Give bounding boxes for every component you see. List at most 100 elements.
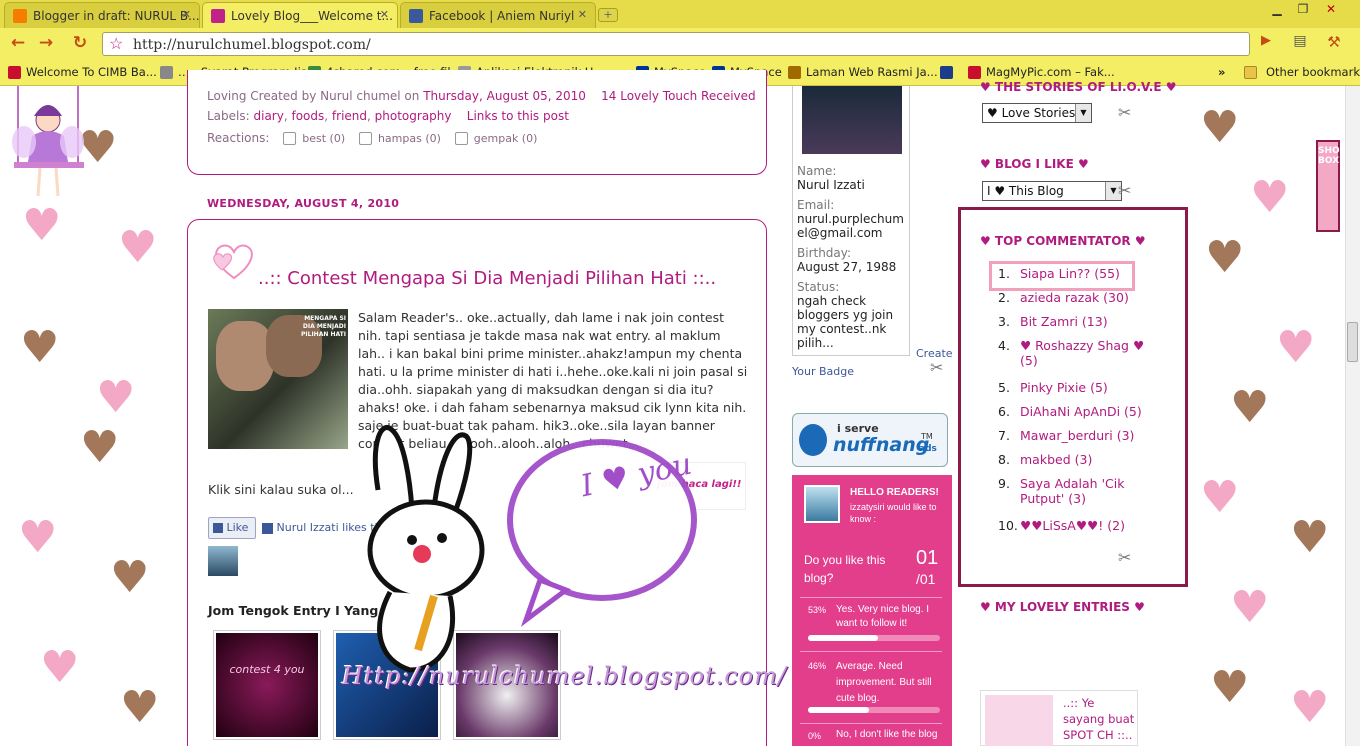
- bookmark-item[interactable]: Laman Web Rasmi Ja...: [788, 65, 938, 79]
- label-link[interactable]: diary: [254, 109, 284, 123]
- your-badge-link[interactable]: Your Badge: [792, 365, 854, 378]
- other-bookmarks[interactable]: Other bookmarks: [1244, 65, 1360, 79]
- poll-option[interactable]: No, I don't like the blog: [836, 729, 944, 740]
- url-text: http://nurulchumel.blogspot.com/: [133, 37, 371, 53]
- new-tab-button[interactable]: +: [598, 8, 618, 22]
- bookmarks-overflow[interactable]: »: [1218, 65, 1225, 79]
- links-to-post[interactable]: Links to this post: [467, 109, 569, 123]
- entry-preview[interactable]: ..:: Ye sayang buat SPOT CH ::..: [980, 690, 1138, 746]
- fairy-swing-icon: [12, 86, 84, 197]
- crest-icon: [788, 66, 801, 79]
- blog-i-like-title: ♥ BLOG I LIKE ♥: [980, 157, 1089, 171]
- post-date-link[interactable]: Thursday, August 05, 2010: [423, 89, 586, 103]
- top-commentator-list: 1. Siapa Lin?? (55) 2. azieda razak (30) 3…: [998, 266, 1158, 542]
- minimize-icon[interactable]: ▁: [1266, 2, 1288, 18]
- scrollbar[interactable]: [1345, 86, 1360, 746]
- nuffnang-logo-icon: [799, 424, 827, 456]
- wrench-menu-icon[interactable]: ⚒: [1322, 33, 1346, 55]
- lovely-entries-title: ♥ MY LOVELY ENTRIES ♥: [980, 600, 1145, 614]
- label-link[interactable]: photography: [375, 109, 452, 123]
- reaction-checkbox[interactable]: [283, 132, 297, 145]
- tab-blogger[interactable]: Blogger in draft: NURUL B... ✕: [4, 2, 200, 28]
- bookmark-item[interactable]: MagMyPic.com – Fak...: [968, 65, 1115, 79]
- poll-option[interactable]: Average. Need improvement. But still cut…: [836, 659, 944, 707]
- facebook-like-button[interactable]: Like: [208, 517, 256, 539]
- tab-label: Blogger in draft: NURUL B...: [33, 9, 200, 23]
- page-icon: [160, 66, 173, 79]
- poll-option[interactable]: Yes. Very nice blog. I want to follow it…: [836, 603, 944, 631]
- poll-question: Do you like this blog?: [804, 553, 886, 585]
- nuffnang-ad[interactable]: i serve nuffnang TM ads: [792, 413, 948, 467]
- post-labels: Labels: diary, foods, friend, photograph…: [207, 109, 569, 123]
- reactions: Reactions: best (0) hampas (0) gempak (0…: [207, 131, 538, 145]
- facebook-icon: [409, 9, 423, 23]
- post-photo[interactable]: MENGAPA SI DIA MENJADI PILIHAN HATI: [208, 309, 348, 449]
- restore-icon[interactable]: ❐: [1292, 2, 1314, 18]
- page-menu-icon[interactable]: ▤: [1288, 33, 1312, 55]
- profile-birthday: August 27, 1988: [797, 260, 897, 274]
- watermark-url: Http://nurulchumel.blogspot.com/: [342, 662, 787, 690]
- address-bar[interactable]: ☆ http://nurulchumel.blogspot.com/: [102, 32, 1250, 56]
- reaction-checkbox[interactable]: [454, 132, 468, 145]
- comments-link[interactable]: 14 Lovely Touch Received: [601, 89, 756, 103]
- close-icon[interactable]: ✕: [182, 8, 191, 21]
- bookmark-item[interactable]: Welcome To CIMB Ba...: [8, 65, 157, 79]
- edit-wrench-icon[interactable]: ✂: [930, 358, 943, 377]
- commentator-item[interactable]: 1. Siapa Lin?? (55): [998, 266, 1158, 290]
- reload-icon[interactable]: ↻: [68, 33, 92, 55]
- back-icon[interactable]: ←: [6, 33, 30, 55]
- chevron-down-icon: ▼: [1075, 104, 1091, 122]
- go-icon[interactable]: ▶: [1254, 33, 1278, 55]
- post-title[interactable]: ..:: Contest Mengapa Si Dia Menjadi Pili…: [258, 268, 716, 289]
- profile-status: ngah check bloggers yg join my contest..…: [797, 294, 894, 350]
- facebook-icon: [262, 522, 273, 534]
- stories-select[interactable]: ♥ Love Stories ▼: [982, 103, 1092, 123]
- commentator-item[interactable]: 7. Mawar_berduri (3): [998, 428, 1158, 452]
- scrollbar-thumb[interactable]: [1347, 322, 1358, 362]
- cimb-icon: [8, 66, 21, 79]
- commentator-item[interactable]: 10. ♥♥LiSsA♥♥! (2): [998, 518, 1158, 542]
- commentator-item[interactable]: 2. azieda razak (30): [998, 290, 1158, 314]
- entry-thumb: [985, 695, 1053, 746]
- tab-lovely-blog[interactable]: Lovely Blog___Welcome t... ✕: [202, 2, 398, 28]
- label-link[interactable]: foods: [291, 109, 324, 123]
- commentator-item[interactable]: 4. ♥ Roshazzy Shag ♥ (5): [998, 338, 1158, 380]
- edit-wrench-icon[interactable]: ✂: [1118, 103, 1131, 122]
- blog-favicon-icon: [211, 9, 225, 23]
- window-close-icon[interactable]: ✕: [1320, 2, 1342, 18]
- poll-widget: HELLO READERS! izzatysiri would like to …: [792, 475, 952, 746]
- folder-icon: [1244, 66, 1257, 79]
- thumbs-up-icon: [213, 523, 223, 533]
- commentator-item[interactable]: 8. makbed (3): [998, 452, 1158, 476]
- navigation-toolbar: ← → ↻ ☆ http://nurulchumel.blogspot.com/…: [0, 28, 1360, 60]
- forward-icon[interactable]: →: [34, 33, 58, 55]
- tab-facebook[interactable]: Facebook | Aniem Nuriyl ✕: [400, 2, 596, 28]
- poll-avatar: [804, 485, 840, 523]
- post-footer: Loving Created by Nurul chumel on Thursd…: [207, 89, 756, 103]
- magmypic-icon: [968, 66, 981, 79]
- related-thumb[interactable]: contest 4 you: [213, 630, 321, 740]
- poll-bar: [808, 707, 940, 713]
- tab-label: Lovely Blog___Welcome t...: [231, 9, 393, 23]
- commentator-item[interactable]: 6. DiAhaNi ApAnDi (5): [998, 404, 1158, 428]
- edit-wrench-icon[interactable]: ✂: [1118, 181, 1131, 200]
- tab-strip: Blogger in draft: NURUL B... ✕ Lovely Bl…: [0, 0, 1360, 28]
- stories-title: ♥ THE STORIES OF LI.O.V.E ♥: [980, 80, 1177, 94]
- close-icon[interactable]: ✕: [380, 8, 389, 21]
- liker-avatar[interactable]: [208, 546, 238, 576]
- y-icon: [940, 66, 953, 79]
- tab-label: Facebook | Aniem Nuriyl: [429, 9, 575, 23]
- commentator-item[interactable]: 5. Pinky Pixie (5): [998, 380, 1158, 404]
- blog-select[interactable]: I ♥ This Blog ▼: [982, 181, 1122, 201]
- commentator-item[interactable]: 9. Saya Adalah 'Cik Putput' (3): [998, 476, 1158, 518]
- close-icon[interactable]: ✕: [578, 8, 587, 21]
- reaction-checkbox[interactable]: [358, 132, 372, 145]
- commentator-item[interactable]: 3. Bit Zamri (13): [998, 314, 1158, 338]
- poll-bar: [808, 635, 940, 641]
- label-link[interactable]: friend: [332, 109, 367, 123]
- edit-wrench-icon[interactable]: ✂: [1118, 548, 1131, 567]
- hearts-icon: [213, 244, 253, 280]
- shoutbox-tab[interactable]: SHOUT BOX: [1316, 140, 1353, 232]
- blogger-icon: [13, 9, 27, 23]
- bookmark-star-icon[interactable]: ☆: [109, 34, 123, 53]
